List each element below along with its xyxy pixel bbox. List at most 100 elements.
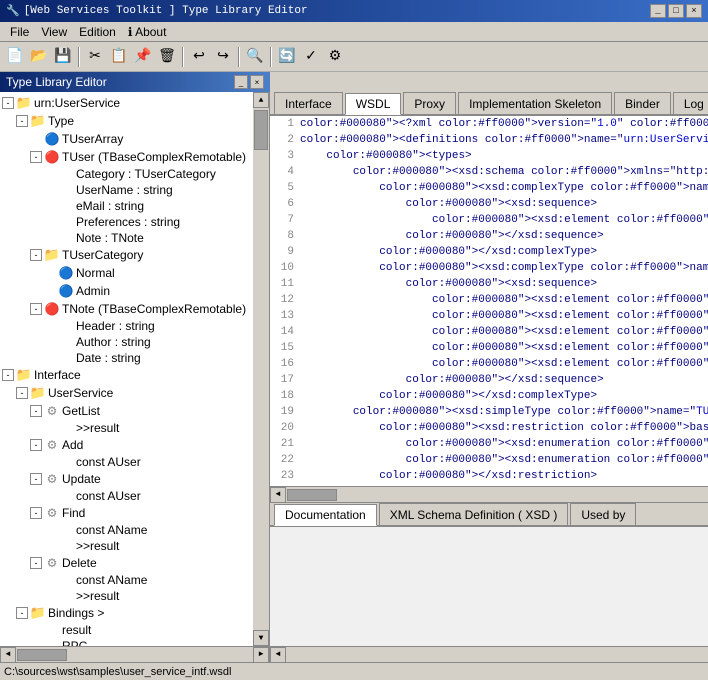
toolbar-copy-button[interactable]: 📋 bbox=[108, 46, 130, 68]
xml-scroll-left[interactable]: ◄ bbox=[270, 487, 286, 503]
menu-view[interactable]: View bbox=[35, 24, 73, 40]
menu-about[interactable]: ℹ About bbox=[122, 24, 173, 40]
tree-item[interactable]: Date : string bbox=[2, 350, 251, 366]
tree-item[interactable]: -📁UserService bbox=[2, 384, 251, 402]
toolbar-refresh-button[interactable]: 🔄 bbox=[276, 46, 298, 68]
bottom-tab-xml-schema-definition---xsd--[interactable]: XML Schema Definition ( XSD ) bbox=[379, 503, 569, 525]
content-area: -📁urn:UserService-📁Type🔵TUserArray-🔴TUse… bbox=[0, 92, 708, 662]
tree-item[interactable]: -📁Bindings > bbox=[2, 604, 251, 622]
xml-editor[interactable]: 1color:#000080"><?xml color:#ff0000">ver… bbox=[270, 116, 708, 486]
tab-implementation-skeleton[interactable]: Implementation Skeleton bbox=[458, 92, 612, 114]
tree-toggle[interactable]: - bbox=[16, 387, 28, 399]
tree-toggle[interactable]: - bbox=[2, 97, 14, 109]
tree-item[interactable]: UserName : string bbox=[2, 182, 251, 198]
tree-item[interactable]: -📁Type bbox=[2, 112, 251, 130]
tree-item[interactable]: >>result bbox=[2, 538, 251, 554]
tree-container[interactable]: -📁urn:UserService-📁Type🔵TUserArray-🔴TUse… bbox=[0, 92, 253, 646]
tree-item[interactable]: -📁Interface bbox=[2, 366, 251, 384]
tree-toggle[interactable]: - bbox=[30, 439, 42, 451]
tree-item[interactable]: -📁TUserCategory bbox=[2, 246, 251, 264]
bottom-tab-documentation[interactable]: Documentation bbox=[274, 504, 377, 526]
tree-item[interactable]: -📁urn:UserService bbox=[2, 94, 251, 112]
left-panel-min-button[interactable]: _ bbox=[234, 75, 248, 89]
tree-item[interactable]: const AUser bbox=[2, 454, 251, 470]
tree-item[interactable]: Preferences : string bbox=[2, 214, 251, 230]
tab-binder[interactable]: Binder bbox=[614, 92, 671, 114]
bottom-content[interactable] bbox=[270, 527, 708, 646]
maximize-button[interactable]: □ bbox=[668, 4, 684, 18]
bottom-scroll-track2 bbox=[286, 648, 708, 662]
bottom-tab-used-by[interactable]: Used by bbox=[570, 503, 636, 525]
toolbar-settings-button[interactable]: ⚙ bbox=[324, 46, 346, 68]
tree-toggle[interactable]: - bbox=[30, 151, 42, 163]
tree-toggle[interactable]: - bbox=[30, 557, 42, 569]
tab-wsdl[interactable]: WSDL bbox=[345, 93, 402, 115]
tree-item[interactable]: const AName bbox=[2, 572, 251, 588]
menu-file[interactable]: File bbox=[4, 24, 35, 40]
toolbar-new-button[interactable]: 📄 bbox=[4, 46, 26, 68]
toolbar-find-button[interactable]: 🔍 bbox=[244, 46, 266, 68]
tree-item[interactable]: -⚙Find bbox=[2, 504, 251, 522]
tree-toggle[interactable]: - bbox=[2, 369, 14, 381]
tree-item[interactable]: 🔵Admin bbox=[2, 282, 251, 300]
tree-item[interactable]: const AUser bbox=[2, 488, 251, 504]
toolbar-save-button[interactable]: 💾 bbox=[52, 46, 74, 68]
left-v-scrollbar[interactable]: ▲ ▼ bbox=[253, 92, 269, 646]
close-button[interactable]: × bbox=[686, 4, 702, 18]
tree-toggle[interactable]: - bbox=[16, 115, 28, 127]
tree-item[interactable]: const AName bbox=[2, 522, 251, 538]
tree-item[interactable]: result bbox=[2, 622, 251, 638]
left-scroll-left[interactable]: ◄ bbox=[0, 647, 16, 663]
scroll-down-arrow[interactable]: ▼ bbox=[253, 630, 269, 646]
tree-item[interactable]: 🔵TUserArray bbox=[2, 130, 251, 148]
tree-toggle[interactable]: - bbox=[16, 607, 28, 619]
tree-item[interactable]: 🔵Normal bbox=[2, 264, 251, 282]
left-scroll-thumb[interactable] bbox=[17, 649, 67, 661]
tree-item[interactable]: -🔴TUser (TBaseComplexRemotable) bbox=[2, 148, 251, 166]
left-scroll-right[interactable]: ► bbox=[253, 647, 269, 663]
title-bar-controls[interactable]: _ □ × bbox=[650, 4, 702, 18]
tree-toggle[interactable]: - bbox=[30, 473, 42, 485]
bottom-scroll-left[interactable]: ◄ bbox=[270, 647, 286, 663]
tree-item[interactable]: RPC bbox=[2, 638, 251, 646]
tree-item[interactable]: -⚙Update bbox=[2, 470, 251, 488]
tree-node-icon: 📁 bbox=[16, 95, 32, 111]
tree-toggle[interactable]: - bbox=[30, 303, 42, 315]
minimize-button[interactable]: _ bbox=[650, 4, 666, 18]
toolbar-paste-button[interactable]: 📌 bbox=[132, 46, 154, 68]
line-content: color:#000080"><definitions color:#ff000… bbox=[300, 134, 708, 146]
bottom-h-scrollbar[interactable]: ◄ ► bbox=[270, 646, 708, 662]
tree-item[interactable]: Author : string bbox=[2, 334, 251, 350]
tree-item[interactable]: -⚙GetList bbox=[2, 402, 251, 420]
tree-item[interactable]: Category : TUserCategory bbox=[2, 166, 251, 182]
toolbar-delete-button[interactable]: 🗑 bbox=[156, 46, 178, 68]
left-h-scrollbar[interactable]: ◄ ► bbox=[0, 646, 269, 662]
tab-proxy[interactable]: Proxy bbox=[403, 92, 456, 114]
toolbar-check-button[interactable]: ✓ bbox=[300, 46, 322, 68]
xml-scroll-thumb[interactable] bbox=[287, 489, 337, 501]
xml-h-scrollbar[interactable]: ◄ ► bbox=[270, 486, 708, 502]
toolbar-undo-button[interactable]: ↩ bbox=[188, 46, 210, 68]
tree-item[interactable]: eMail : string bbox=[2, 198, 251, 214]
tree-item[interactable]: >>result bbox=[2, 420, 251, 436]
left-panel-close-button[interactable]: × bbox=[250, 75, 264, 89]
tree-item[interactable]: >>result bbox=[2, 588, 251, 604]
toolbar-redo-button[interactable]: ↪ bbox=[212, 46, 234, 68]
xml-line: 6 color:#000080"><xsd:sequence> bbox=[272, 198, 708, 214]
menu-edition[interactable]: Edition bbox=[73, 24, 122, 40]
tree-item[interactable]: Note : TNote bbox=[2, 230, 251, 246]
tree-item[interactable]: -⚙Add bbox=[2, 436, 251, 454]
tree-item[interactable]: -⚙Delete bbox=[2, 554, 251, 572]
tree-toggle[interactable]: - bbox=[30, 405, 42, 417]
toolbar-cut-button[interactable]: ✂ bbox=[84, 46, 106, 68]
tree-toggle[interactable]: - bbox=[30, 507, 42, 519]
tree-toggle[interactable]: - bbox=[30, 249, 42, 261]
tree-item[interactable]: Header : string bbox=[2, 318, 251, 334]
tab-interface[interactable]: Interface bbox=[274, 92, 343, 114]
tab-log[interactable]: Log bbox=[673, 92, 708, 114]
toolbar-open-button[interactable]: 📂 bbox=[28, 46, 50, 68]
line-number: 14 bbox=[272, 326, 300, 338]
scroll-thumb[interactable] bbox=[254, 110, 268, 150]
scroll-up-arrow[interactable]: ▲ bbox=[253, 92, 269, 108]
tree-item[interactable]: -🔴TNote (TBaseComplexRemotable) bbox=[2, 300, 251, 318]
